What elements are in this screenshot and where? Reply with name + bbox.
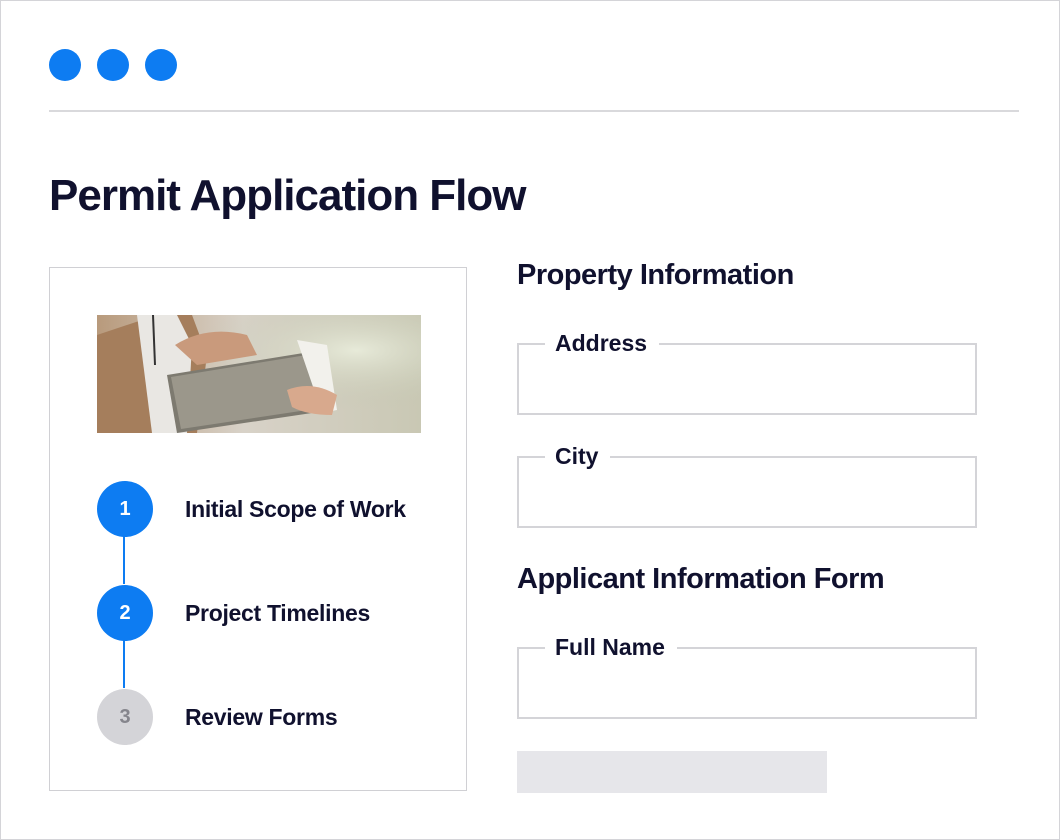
step-label: Project Timelines	[185, 599, 370, 626]
step-item-3[interactable]: 3 Review Forms	[97, 689, 338, 745]
step-number-badge: 3	[97, 689, 153, 745]
city-field: City	[517, 438, 977, 528]
window-control-dot[interactable]	[97, 49, 129, 81]
window-control-dot[interactable]	[49, 49, 81, 81]
full-name-field: Full Name	[517, 629, 977, 719]
address-field: Address	[517, 325, 977, 415]
header-divider	[49, 110, 1019, 112]
page-title: Permit Application Flow	[49, 171, 527, 220]
step-item-1[interactable]: 1 Initial Scope of Work	[97, 481, 406, 537]
step-label: Review Forms	[185, 703, 338, 730]
window-control-dot[interactable]	[145, 49, 177, 81]
city-label: City	[545, 438, 611, 474]
step-number-badge: 2	[97, 585, 153, 641]
property-section-title: Property Information	[517, 259, 794, 291]
hero-photo-image	[97, 315, 421, 433]
step-number-badge: 1	[97, 481, 153, 537]
browser-window: Permit Application Flow 1 Initial Scope …	[0, 0, 1060, 840]
steps-card: 1 Initial Scope of Work 2 Project Timeli…	[49, 267, 467, 791]
window-controls	[49, 49, 177, 81]
step-connector	[123, 638, 125, 688]
applicant-section-title: Applicant Information Form	[517, 563, 885, 595]
step-item-2[interactable]: 2 Project Timelines	[97, 585, 370, 641]
step-label: Initial Scope of Work	[185, 495, 406, 522]
hero-photo	[97, 315, 421, 433]
submit-button-placeholder[interactable]	[517, 751, 827, 793]
full-name-label: Full Name	[545, 629, 677, 665]
step-connector	[123, 534, 125, 584]
address-label: Address	[545, 325, 660, 361]
